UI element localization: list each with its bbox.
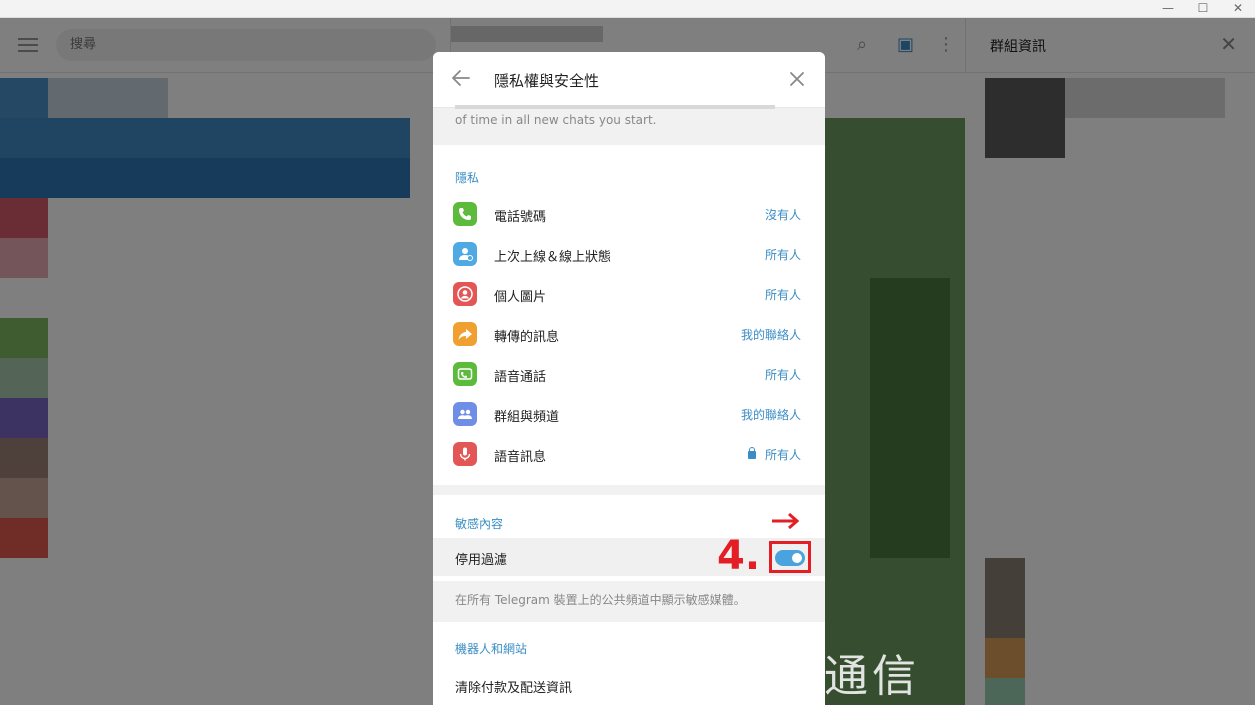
sensitive-hint-text: 在所有 Telegram 裝置上的公共頻道中顯示敏感媒體。 xyxy=(455,593,746,607)
group-icon xyxy=(453,402,477,426)
sensitive-section-title: 敏感內容 xyxy=(455,517,504,531)
privacy-row-groups[interactable]: 群組與頻道 我的聯絡人 xyxy=(433,394,825,434)
annotation-arrow-icon xyxy=(772,512,800,530)
person-icon xyxy=(453,242,477,266)
back-arrow-icon[interactable] xyxy=(449,66,473,90)
row-value: 所有人 xyxy=(764,248,801,262)
step-annotation: 4. xyxy=(717,533,761,579)
privacy-section: 隱私 電話號碼 沒有人 上次上線＆線上狀態 所有人 個人圖片 所有人 轉傳的訊息… xyxy=(433,145,825,485)
dialog-scroll-area[interactable]: of time in all new chats you start. 隱私 電… xyxy=(433,105,825,705)
profile-photo-icon xyxy=(453,282,477,306)
privacy-security-dialog: 隱私權與安全性 of time in all new chats you sta… xyxy=(433,52,825,705)
bots-section-title: 機器人和網站 xyxy=(455,642,528,656)
row-value: 我的聯絡人 xyxy=(740,408,801,422)
dialog-close-icon[interactable] xyxy=(787,69,807,89)
minimize-button[interactable]: — xyxy=(1148,0,1188,18)
row-value-text: 所有人 xyxy=(764,448,801,462)
privacy-row-forwarded[interactable]: 轉傳的訊息 我的聯絡人 xyxy=(433,314,825,354)
privacy-row-calls[interactable]: 語音通話 所有人 xyxy=(433,354,825,394)
row-value-locked: 所有人 xyxy=(747,446,801,463)
row-label: 個人圖片 xyxy=(494,290,547,305)
window-titlebar: — ☐ ✕ xyxy=(0,0,1255,18)
phone-icon xyxy=(453,202,477,226)
watermark-text: 傑昇通信 xyxy=(728,651,920,702)
annotation-highlight-box xyxy=(769,541,811,573)
privacy-row-voice-messages[interactable]: 語音訊息 所有人 xyxy=(433,434,825,474)
window-close-button[interactable]: ✕ xyxy=(1218,0,1255,18)
row-value: 我的聯絡人 xyxy=(740,328,801,342)
sensitive-hint: 在所有 Telegram 裝置上的公共頻道中顯示敏感媒體。 xyxy=(433,581,825,621)
lock-icon xyxy=(747,447,756,459)
privacy-section-title: 隱私 xyxy=(455,171,480,185)
forward-icon xyxy=(453,322,477,346)
previous-section-note: of time in all new chats you start. xyxy=(433,105,825,144)
row-label: 語音通話 xyxy=(494,370,547,385)
sensitive-content-section: 敏感內容 停用過濾 4. 在所有 Telegram 裝置上的公共頻道中顯示敏感媒… xyxy=(433,495,825,628)
row-value: 沒有人 xyxy=(764,208,801,222)
microphone-icon xyxy=(453,442,477,466)
dialog-title: 隱私權與安全性 xyxy=(494,72,600,90)
row-label: 語音訊息 xyxy=(494,450,547,465)
clipped-text xyxy=(455,105,775,109)
row-label: 上次上線＆線上狀態 xyxy=(494,250,612,265)
row-value: 所有人 xyxy=(764,288,801,302)
privacy-row-profile-photo[interactable]: 個人圖片 所有人 xyxy=(433,274,825,314)
row-label: 電話號碼 xyxy=(494,210,547,225)
privacy-row-last-seen[interactable]: 上次上線＆線上狀態 所有人 xyxy=(433,234,825,274)
row-label: 群組與頻道 xyxy=(494,410,560,425)
disable-filter-label: 停用過濾 xyxy=(455,553,508,568)
dialog-header: 隱私權與安全性 xyxy=(433,52,825,108)
privacy-row-phone[interactable]: 電話號碼 沒有人 xyxy=(433,194,825,234)
row-label: 轉傳的訊息 xyxy=(494,330,560,345)
row-value: 所有人 xyxy=(764,368,801,382)
maximize-button[interactable]: ☐ xyxy=(1183,0,1223,18)
video-call-icon xyxy=(453,362,477,386)
previous-note-text: of time in all new chats you start. xyxy=(455,113,657,127)
disable-filter-row[interactable]: 停用過濾 4. xyxy=(433,512,825,579)
clear-payment-label: 清除付款及配送資訊 xyxy=(455,681,573,696)
